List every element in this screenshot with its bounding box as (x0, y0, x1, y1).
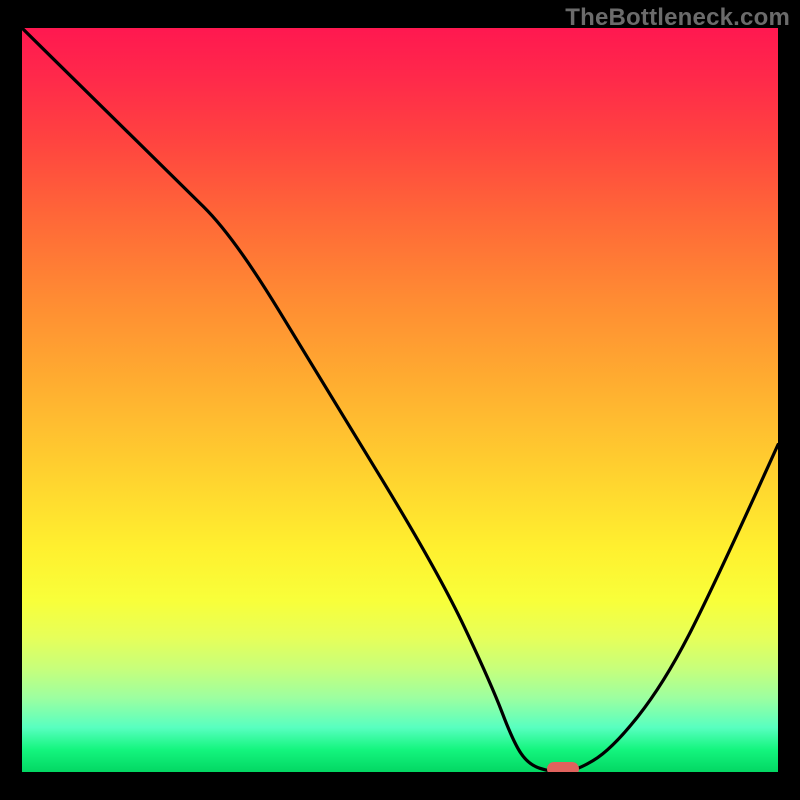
curve-path (22, 28, 778, 772)
optimal-marker (547, 762, 579, 772)
chart-frame: TheBottleneck.com (0, 0, 800, 800)
plot-area (22, 28, 778, 772)
watermark-text: TheBottleneck.com (565, 4, 790, 32)
bottleneck-curve (22, 28, 778, 772)
